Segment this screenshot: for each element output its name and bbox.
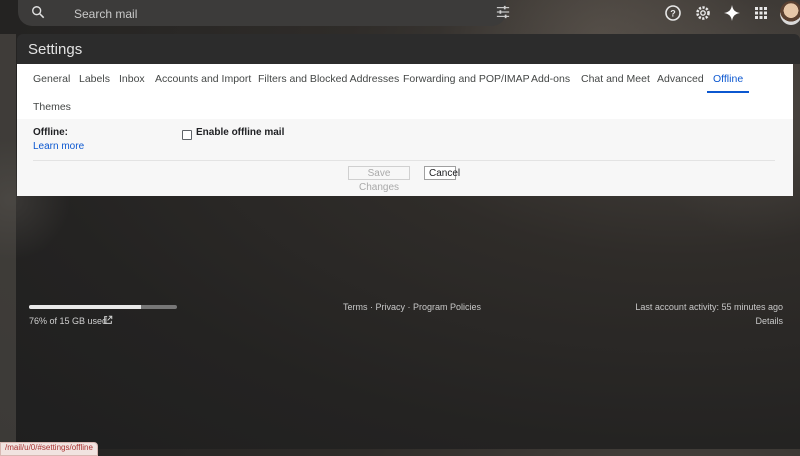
section-divider (33, 160, 775, 161)
tab-themes[interactable]: Themes (33, 101, 71, 113)
settings-panel: General Labels Inbox Accounts and Import… (17, 64, 793, 196)
help-icon[interactable]: ? (664, 4, 682, 22)
tab-add-ons[interactable]: Add-ons (531, 73, 570, 85)
account-avatar[interactable] (780, 1, 800, 25)
page-title: Settings (28, 41, 83, 58)
tab-offline[interactable]: Offline (713, 73, 743, 85)
last-account-activity: Last account activity: 55 minutes ago (635, 302, 783, 312)
save-changes-button[interactable]: Save Changes (348, 166, 410, 193)
settings-tabs-row2: Themes (17, 94, 793, 118)
settings-tabs: General Labels Inbox Accounts and Import… (17, 64, 793, 94)
left-edge-strip (0, 34, 16, 444)
svg-text:?: ? (670, 9, 676, 19)
program-policies-link[interactable]: Program Policies (413, 302, 481, 312)
storage-usage-bar (29, 305, 177, 309)
gear-icon[interactable] (694, 4, 712, 22)
status-bar-url: /mail/u/0/#settings/offline (0, 442, 98, 456)
offline-section-label: Offline: (33, 127, 68, 138)
active-tab-indicator (707, 91, 749, 93)
footer-links: Terms · Privacy · Program Policies (343, 302, 481, 312)
enable-offline-mail-label[interactable]: Enable offline mail (196, 127, 284, 138)
offline-settings-section: Offline: Learn more Enable offline mail … (17, 119, 793, 196)
tab-general[interactable]: General (33, 73, 70, 85)
footer-link-separator: · (405, 302, 414, 312)
details-link[interactable]: Details (755, 316, 783, 326)
footer-link-separator: · (367, 302, 376, 312)
tab-inbox[interactable]: Inbox (119, 73, 145, 85)
cancel-button[interactable]: Cancel (424, 166, 460, 180)
external-link-icon[interactable] (103, 315, 113, 325)
tab-accounts-and-import[interactable]: Accounts and Import (155, 73, 251, 85)
privacy-link[interactable]: Privacy (376, 302, 406, 312)
storage-usage-fill (29, 305, 142, 309)
tab-chat-and-meet[interactable]: Chat and Meet (581, 73, 650, 85)
terms-link[interactable]: Terms (343, 302, 368, 312)
tab-labels[interactable]: Labels (79, 73, 110, 85)
search-bar[interactable] (18, 0, 510, 26)
tab-forwarding-pop-imap[interactable]: Forwarding and POP/IMAP (403, 73, 530, 85)
search-icon[interactable] (31, 5, 45, 19)
tab-advanced[interactable]: Advanced (657, 73, 704, 85)
settings-header: Settings (17, 34, 800, 64)
gemini-sparkle-icon[interactable] (723, 4, 741, 22)
learn-more-link[interactable]: Learn more (33, 141, 84, 152)
enable-offline-mail-checkbox[interactable] (182, 130, 192, 140)
apps-grid-icon[interactable] (752, 4, 770, 22)
tab-filters-and-blocked-addresses[interactable]: Filters and Blocked Addresses (258, 73, 399, 85)
search-options-icon[interactable] (496, 5, 510, 19)
storage-usage-text: 76% of 15 GB used (29, 316, 108, 326)
search-input[interactable] (72, 4, 456, 24)
